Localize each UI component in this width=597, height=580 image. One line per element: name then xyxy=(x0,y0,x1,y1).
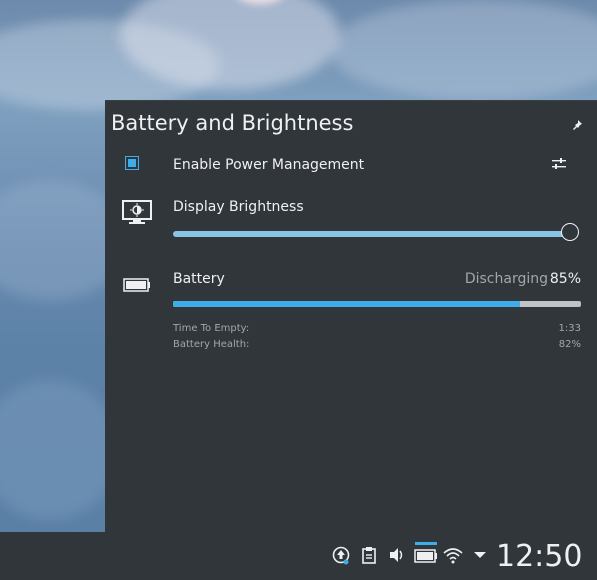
wifi-icon[interactable] xyxy=(443,546,463,564)
battery-percent: 85% xyxy=(549,271,581,287)
power-management-checkbox[interactable] xyxy=(125,156,139,170)
battery-charge-bar xyxy=(173,301,581,307)
popup-title: Battery and Brightness xyxy=(111,111,354,135)
configure-icon[interactable] xyxy=(551,157,567,171)
battery-tray-icon[interactable] xyxy=(414,549,438,563)
brightness-slider-handle[interactable] xyxy=(561,223,579,241)
battery-status: Discharging xyxy=(464,271,548,287)
display-brightness-label: Display Brightness xyxy=(173,199,304,215)
taskbar: 12:50 xyxy=(0,532,597,580)
display-brightness-icon xyxy=(122,200,152,224)
pin-icon[interactable] xyxy=(571,119,583,131)
battery-icon xyxy=(123,278,150,292)
time-to-empty-value: 1:33 xyxy=(558,323,581,334)
battery-charge-fill xyxy=(173,301,520,307)
battery-active-indicator xyxy=(415,542,437,545)
volume-icon[interactable] xyxy=(388,546,406,564)
power-management-label: Enable Power Management xyxy=(173,157,365,173)
brightness-slider-track[interactable] xyxy=(173,231,571,237)
battery-brightness-popup: Battery and Brightness Enable Power Mana… xyxy=(105,100,597,533)
clipboard-icon[interactable] xyxy=(361,546,377,564)
digital-clock[interactable]: 12:50 xyxy=(496,539,582,574)
updates-icon[interactable] xyxy=(332,546,350,566)
battery-label: Battery xyxy=(173,271,225,287)
battery-health-label: Battery Health: xyxy=(173,339,250,350)
time-to-empty-label: Time To Empty: xyxy=(173,323,250,334)
expand-tray-icon[interactable] xyxy=(473,551,487,559)
battery-health-value: 82% xyxy=(558,339,581,350)
